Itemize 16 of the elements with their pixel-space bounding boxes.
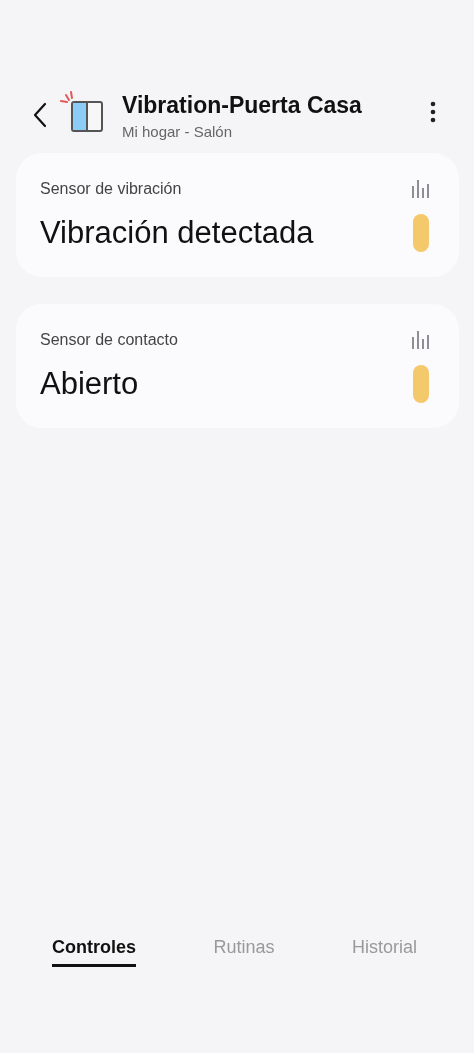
door-sensor-icon — [60, 91, 104, 133]
bar-chart-icon[interactable] — [412, 180, 429, 198]
tab[interactable]: Controles — [52, 937, 136, 967]
device-title: Vibration-Puerta Casa — [122, 90, 363, 119]
status-indicator-icon — [413, 365, 429, 403]
sensor-label: Sensor de vibración — [40, 180, 182, 198]
back-icon[interactable] — [33, 102, 47, 128]
sensor-status: Vibración detectada — [40, 215, 314, 251]
sensor-status: Abierto — [40, 366, 139, 402]
bar-chart-icon[interactable] — [412, 331, 429, 349]
status-indicator-icon — [413, 214, 429, 252]
device-location: Mi hogar - Salón — [122, 122, 234, 140]
sensor-label: Sensor de contacto — [40, 331, 178, 349]
sensor-card[interactable]: Sensor de vibración Vibración detectada — [16, 153, 459, 277]
sensor-card[interactable]: Sensor de contacto Abierto — [16, 304, 459, 428]
more-options-icon[interactable] — [430, 101, 436, 123]
